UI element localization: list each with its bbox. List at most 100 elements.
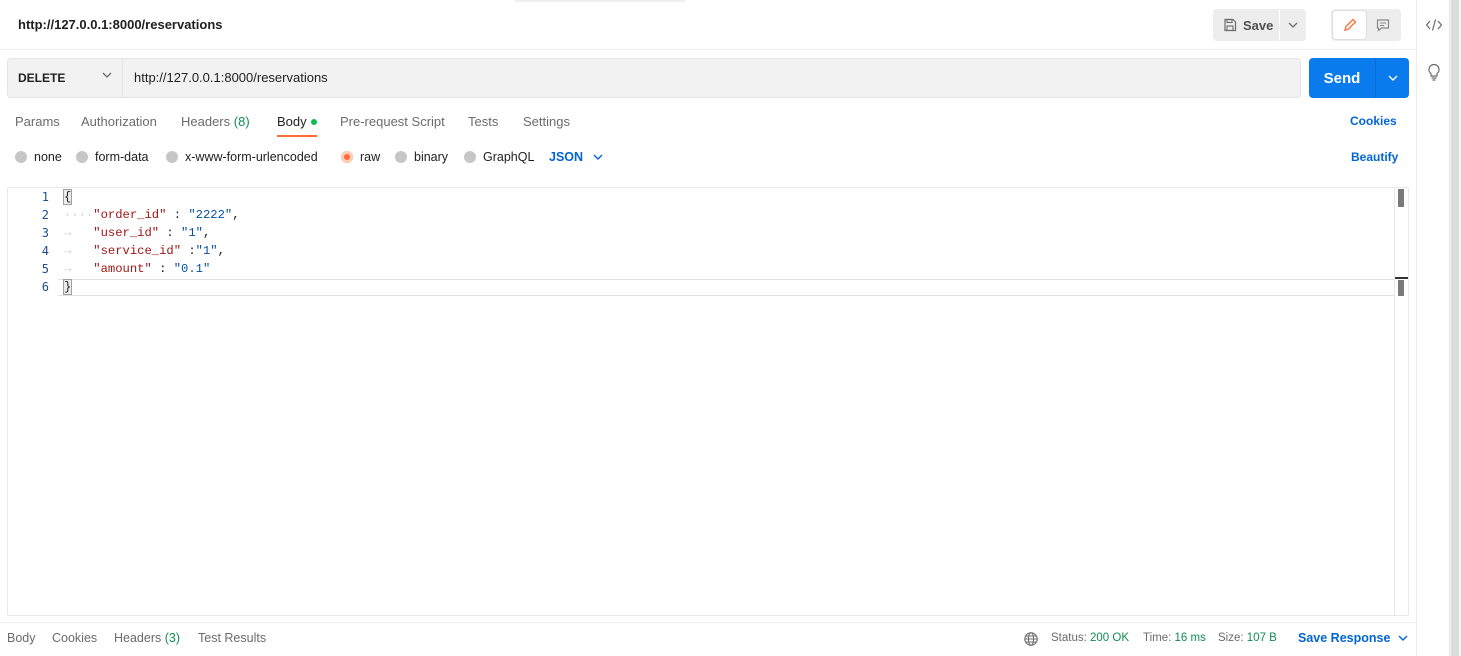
json-separator: :	[181, 244, 196, 258]
radio-form-data[interactable]	[76, 151, 88, 163]
edit-mode-button[interactable]	[1333, 11, 1366, 39]
response-bar: Body Cookies Headers (3) Test Results St…	[0, 622, 1416, 656]
json-value: "2222"	[188, 208, 233, 222]
code-icon[interactable]	[1424, 16, 1444, 34]
chevron-down-icon	[1398, 635, 1408, 641]
code-line: }	[62, 278, 73, 296]
response-tab-test-results[interactable]: Test Results	[198, 631, 266, 645]
beautify-link[interactable]: Beautify	[1351, 150, 1398, 164]
tab-body-label: Body	[277, 114, 307, 129]
time-label: Time:	[1143, 632, 1172, 644]
radio-binary[interactable]	[395, 151, 407, 163]
tab-tests[interactable]: Tests	[468, 114, 498, 137]
radio-raw[interactable]	[341, 151, 353, 163]
tab-params[interactable]: Params	[15, 114, 60, 137]
chevron-down-icon	[102, 72, 112, 78]
editor-scroll-thumb[interactable]	[1398, 189, 1404, 207]
line-number: 1	[41, 190, 49, 204]
current-line-highlight	[58, 279, 1394, 296]
cursor-position-marker	[1395, 277, 1408, 279]
send-button[interactable]: Send	[1309, 58, 1375, 98]
line-number-gutter: 1 2 3 4 5 6	[8, 188, 58, 615]
json-value: "1"	[181, 226, 203, 240]
line-number: 6	[41, 280, 49, 294]
tab-headers-label: Headers	[181, 114, 231, 129]
save-button[interactable]: Save	[1213, 9, 1279, 41]
save-options-button[interactable]	[1280, 9, 1306, 41]
json-key: "service_id"	[93, 244, 182, 258]
response-tab-headers[interactable]: Headers (3)	[114, 631, 180, 645]
json-separator: :	[166, 208, 189, 222]
request-header: http://127.0.0.1:8000/reservations Save	[0, 0, 1416, 50]
option-none-label: none	[34, 150, 62, 164]
body-option-none[interactable]: none	[15, 150, 62, 164]
save-icon	[1224, 18, 1237, 32]
comment-icon	[1376, 19, 1389, 32]
save-response-label: Save Response	[1298, 631, 1391, 645]
body-option-urlencoded[interactable]: x-www-form-urlencoded	[166, 150, 318, 164]
body-option-raw[interactable]: raw	[341, 150, 380, 164]
json-comma: ,	[232, 208, 240, 222]
response-headers-label: Headers	[114, 631, 162, 645]
send-button-group: Send	[1309, 58, 1409, 98]
json-key: "order_id"	[93, 208, 167, 222]
request-title[interactable]: http://127.0.0.1:8000/reservations	[18, 17, 223, 32]
mode-toggle	[1331, 9, 1401, 41]
tab-headers[interactable]: Headers (8)	[181, 114, 250, 137]
comment-mode-button[interactable]	[1366, 11, 1399, 39]
json-value: "1"	[195, 244, 218, 258]
code-line: → "user_id" : "1",	[64, 226, 211, 240]
json-key: "user_id"	[93, 226, 160, 240]
send-options-button[interactable]	[1375, 58, 1409, 98]
option-form-data-label: form-data	[95, 150, 149, 164]
tab-body[interactable]: Body	[277, 114, 317, 137]
body-option-binary[interactable]: binary	[395, 150, 448, 164]
json-comma: ,	[217, 244, 225, 258]
json-separator: :	[159, 226, 182, 240]
method-select[interactable]: DELETE	[8, 59, 123, 97]
radio-urlencoded[interactable]	[166, 151, 178, 163]
cookies-link[interactable]: Cookies	[1350, 114, 1397, 128]
globe-icon[interactable]	[1023, 631, 1039, 647]
tab-authorization[interactable]: Authorization	[81, 114, 157, 137]
chevron-down-icon	[1288, 22, 1298, 28]
tab-prerequest-script[interactable]: Pre-request Script	[340, 114, 445, 137]
open-brace: {	[62, 189, 73, 205]
lightbulb-icon[interactable]	[1424, 63, 1444, 81]
save-label: Save	[1243, 17, 1274, 33]
url-input[interactable]	[134, 70, 1234, 85]
request-tabs: Params Authorization Headers (8) Body Pr…	[0, 108, 1416, 140]
line-number: 2	[41, 208, 49, 222]
response-tab-cookies[interactable]: Cookies	[52, 631, 97, 645]
size-value: 107 B	[1246, 632, 1277, 644]
radio-graphql[interactable]	[464, 151, 476, 163]
save-response-button[interactable]: Save Response	[1298, 631, 1408, 645]
pencil-icon	[1343, 18, 1356, 31]
json-comma: ,	[203, 226, 211, 240]
right-sidebar	[1416, 0, 1449, 656]
code-line: → "service_id" :"1",	[64, 244, 225, 258]
body-option-form-data[interactable]: form-data	[76, 150, 149, 164]
window-scroll-thumb[interactable]	[1451, 0, 1459, 656]
language-select[interactable]: JSON	[549, 150, 603, 164]
line-number: 5	[41, 262, 49, 276]
tab-settings[interactable]: Settings	[523, 114, 570, 137]
chevron-down-icon	[593, 154, 603, 160]
radio-none[interactable]	[15, 151, 27, 163]
body-editor[interactable]: 1 2 3 4 5 6 { ····"order_id" : "2222", →…	[7, 187, 1409, 616]
method-label: DELETE	[18, 71, 66, 85]
language-label: JSON	[549, 150, 584, 164]
option-graphql-label: GraphQL	[483, 150, 535, 164]
time-value: 16 ms	[1174, 632, 1206, 644]
code-line: → "amount" : "0.1"	[64, 262, 211, 276]
code-line: ····"order_id" : "2222",	[64, 208, 240, 222]
size-label: Size:	[1218, 632, 1244, 644]
option-urlencoded-label: x-www-form-urlencoded	[185, 150, 318, 164]
status-label: Status:	[1051, 632, 1087, 644]
editor-scrollbar[interactable]	[1394, 188, 1409, 615]
response-tab-body[interactable]: Body	[7, 631, 36, 645]
option-binary-label: binary	[414, 150, 449, 164]
body-indicator-dot	[310, 118, 317, 125]
close-brace: }	[62, 279, 73, 295]
body-option-graphql[interactable]: GraphQL	[464, 150, 534, 164]
